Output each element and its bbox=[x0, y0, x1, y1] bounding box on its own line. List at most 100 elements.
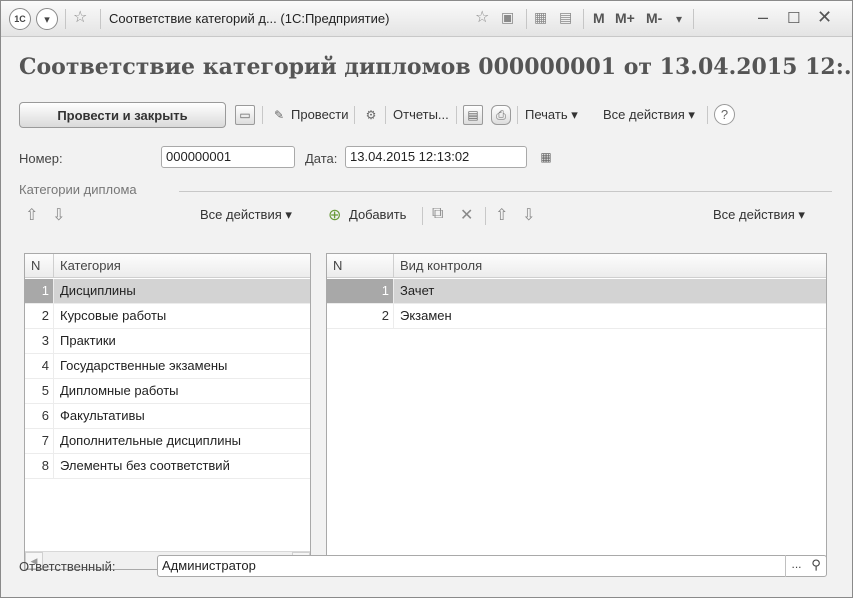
table-row[interactable]: 5 Дипломные работы bbox=[25, 379, 310, 404]
row-number: 7 bbox=[41, 433, 49, 448]
row-number: 1 bbox=[327, 279, 393, 303]
minimize-icon[interactable]: – bbox=[758, 7, 768, 28]
column-header-n[interactable]: N bbox=[327, 254, 393, 278]
separator bbox=[354, 106, 355, 124]
help-icon[interactable]: ? bbox=[714, 104, 735, 125]
row-control-type: Экзамен bbox=[393, 304, 826, 328]
row-number: 5 bbox=[41, 383, 49, 398]
arrow-up-icon[interactable]: ⇧ bbox=[25, 205, 38, 225]
separator bbox=[385, 106, 386, 124]
printer-icon[interactable]: ⎙ bbox=[491, 105, 511, 125]
row-category: Дисциплины bbox=[53, 279, 310, 303]
logo-icon[interactable]: 1С bbox=[9, 8, 31, 30]
row-number: 6 bbox=[41, 408, 49, 423]
menu-chevron-icon[interactable]: ▾ bbox=[676, 12, 682, 26]
post-icon[interactable]: ✎ bbox=[269, 105, 289, 125]
post-and-close-button[interactable]: Провести и закрыть bbox=[19, 102, 226, 128]
row-category: Элементы без соответствий bbox=[53, 454, 310, 478]
categories-table[interactable]: N Категория 1 Дисциплины 2 Курсовые рабо… bbox=[24, 253, 311, 570]
row-number: 1 bbox=[25, 279, 53, 303]
row-control-type: Зачет bbox=[393, 279, 826, 303]
row-number: 2 bbox=[381, 308, 389, 323]
row-number: 2 bbox=[41, 308, 49, 323]
row-category: Факультативы bbox=[53, 404, 310, 428]
table-row[interactable]: 7 Дополнительные дисциплины bbox=[25, 429, 310, 454]
search-icon[interactable]: ⚲ bbox=[806, 555, 826, 577]
table-row[interactable]: 2 Экзамен bbox=[327, 304, 826, 329]
calculator-icon[interactable]: ▦ bbox=[534, 9, 547, 26]
row-number: 4 bbox=[41, 358, 49, 373]
separator bbox=[456, 106, 457, 124]
post-button[interactable]: Провести bbox=[291, 107, 349, 122]
save-icon[interactable]: ▭ bbox=[235, 105, 255, 125]
group-label: Категории диплома bbox=[19, 182, 137, 197]
maximize-icon[interactable]: ☐ bbox=[787, 9, 800, 27]
calendar-icon[interactable]: ▤ bbox=[559, 9, 572, 26]
print-menu[interactable]: Печать ▾ bbox=[525, 107, 578, 123]
table-row[interactable]: 2 Курсовые работы bbox=[25, 304, 310, 329]
column-header-category[interactable]: Категория bbox=[53, 254, 310, 278]
left-all-actions-menu[interactable]: Все действия ▾ bbox=[200, 207, 292, 223]
separator bbox=[485, 207, 486, 225]
number-label: Номер: bbox=[19, 151, 63, 166]
row-category: Дипломные работы bbox=[53, 379, 310, 403]
separator bbox=[707, 106, 708, 124]
group-divider bbox=[179, 191, 832, 192]
all-actions-menu[interactable]: Все действия ▾ bbox=[603, 107, 695, 123]
row-category: Дополнительные дисциплины bbox=[53, 429, 310, 453]
arrow-down-icon[interactable]: ⇩ bbox=[52, 205, 65, 225]
number-field[interactable]: 000000001 bbox=[161, 146, 295, 168]
row-category: Практики bbox=[53, 329, 310, 353]
separator bbox=[262, 106, 263, 124]
dropdown-circle-icon[interactable]: ▾ bbox=[36, 8, 58, 30]
add-icon[interactable]: ⊕ bbox=[328, 205, 341, 225]
separator bbox=[526, 9, 527, 29]
row-number: 8 bbox=[41, 458, 49, 473]
document-window: 1С ▾ ☆ Соответствие категорий д... (1С:П… bbox=[0, 0, 853, 598]
table-row[interactable]: 6 Факультативы bbox=[25, 404, 310, 429]
copy-icon[interactable]: ⧉ bbox=[432, 205, 443, 223]
column-header-n[interactable]: N bbox=[25, 254, 53, 278]
memory-plus-button[interactable]: M+ bbox=[615, 10, 635, 26]
table-row[interactable]: 4 Государственные экзамены bbox=[25, 354, 310, 379]
select-dots-button[interactable]: ... bbox=[785, 555, 807, 577]
table-header: N Вид контроля bbox=[327, 254, 826, 278]
star-icon[interactable]: ☆ bbox=[73, 7, 87, 27]
separator bbox=[65, 9, 66, 29]
calendar-icon[interactable]: ▦ bbox=[537, 150, 555, 166]
arrow-down-icon[interactable]: ⇩ bbox=[522, 205, 535, 225]
favorite-star-icon[interactable]: ☆ bbox=[475, 7, 489, 27]
table-row[interactable]: 3 Практики bbox=[25, 329, 310, 354]
memory-button[interactable]: M bbox=[593, 10, 605, 26]
row-number: 3 bbox=[41, 333, 49, 348]
bookmark-icon[interactable]: ▣ bbox=[501, 9, 514, 26]
date-field[interactable]: 13.04.2015 12:13:02 bbox=[345, 146, 527, 168]
separator bbox=[517, 106, 518, 124]
page-title: Соответствие категорий дипломов 00000000… bbox=[19, 54, 853, 80]
memory-minus-button[interactable]: M- bbox=[646, 10, 662, 26]
delete-icon[interactable]: ✕ bbox=[460, 205, 473, 225]
right-all-actions-menu[interactable]: Все действия ▾ bbox=[713, 207, 805, 223]
reports-button[interactable]: Отчеты... bbox=[393, 107, 449, 122]
title-bar: 1С ▾ ☆ Соответствие категорий д... (1С:П… bbox=[1, 1, 852, 37]
table-row[interactable]: 1 Дисциплины bbox=[25, 279, 310, 304]
date-label: Дата: bbox=[305, 151, 338, 166]
separator bbox=[100, 9, 101, 29]
separator bbox=[583, 9, 584, 29]
window-title: Соответствие категорий д... (1С:Предприя… bbox=[109, 11, 390, 26]
close-icon[interactable]: ✕ bbox=[817, 7, 832, 28]
table-row[interactable]: 1 Зачет bbox=[327, 279, 826, 304]
separator bbox=[693, 9, 694, 29]
responsible-field[interactable]: Администратор bbox=[157, 555, 827, 577]
row-category: Государственные экзамены bbox=[53, 354, 310, 378]
reports-icon[interactable]: ⚙ bbox=[361, 105, 381, 125]
table-row[interactable]: 8 Элементы без соответствий bbox=[25, 454, 310, 479]
column-header-control-type[interactable]: Вид контроля bbox=[393, 254, 826, 278]
table-header: N Категория bbox=[25, 254, 310, 278]
separator bbox=[422, 207, 423, 225]
print-preview-icon[interactable]: ▤ bbox=[463, 105, 483, 125]
add-button[interactable]: Добавить bbox=[349, 207, 406, 222]
control-types-table[interactable]: N Вид контроля 1 Зачет 2 Экзамен bbox=[326, 253, 827, 570]
toolbar: Провести и закрыть ▭ ✎ Провести ⚙ Отчеты… bbox=[19, 102, 832, 128]
arrow-up-icon[interactable]: ⇧ bbox=[495, 205, 508, 225]
